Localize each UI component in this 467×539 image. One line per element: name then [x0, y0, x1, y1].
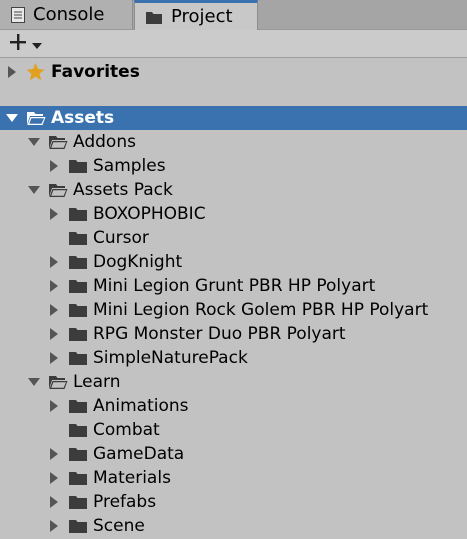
tab-console[interactable]: Console	[0, 0, 133, 29]
expand-arrow-icon[interactable]	[48, 328, 60, 340]
tree-item-gamedata[interactable]: GameData	[0, 442, 467, 466]
open-folder-icon	[48, 134, 68, 150]
tab-project-label: Project	[171, 6, 233, 27]
folder-icon	[68, 350, 88, 366]
tree-item-label: SimpleNaturePack	[93, 348, 248, 368]
tree-item-assets[interactable]: Assets	[0, 106, 467, 130]
folder-icon	[68, 326, 88, 342]
expand-arrow-icon[interactable]	[48, 448, 60, 460]
tree-item-assets-pack[interactable]: Assets Pack	[0, 178, 467, 202]
collapse-arrow-icon[interactable]	[28, 136, 40, 148]
project-toolbar	[0, 30, 467, 58]
folder-icon	[68, 446, 88, 462]
open-folder-icon	[26, 110, 46, 126]
expand-arrow-icon[interactable]	[6, 66, 18, 78]
open-folder-icon	[48, 374, 68, 390]
folder-icon	[68, 254, 88, 270]
tree-item-label: Mini Legion Rock Golem PBR HP Polyart	[93, 300, 429, 320]
folder-icon	[68, 230, 88, 246]
expand-arrow-icon[interactable]	[48, 400, 60, 412]
star-icon	[26, 63, 45, 81]
tree-item-label: Mini Legion Grunt PBR HP Polyart	[93, 276, 376, 296]
open-folder-icon	[48, 182, 68, 198]
expand-arrow-icon[interactable]	[48, 472, 60, 484]
tree-item-label: Addons	[73, 132, 136, 152]
create-button[interactable]	[8, 33, 48, 55]
tree-item-label: Combat	[93, 420, 160, 440]
folder-icon	[68, 494, 88, 510]
tree-item-boxophobic[interactable]: BOXOPHOBIC	[0, 202, 467, 226]
expand-arrow-icon[interactable]	[48, 160, 60, 172]
folder-icon	[68, 398, 88, 414]
tree-item-cursor[interactable]: Cursor	[0, 226, 467, 250]
tree-item-label: Animations	[93, 396, 189, 416]
tree-item-label: Assets Pack	[73, 180, 173, 200]
tree-item-label: Samples	[93, 156, 166, 176]
folder-icon	[68, 158, 88, 174]
tree-item-label: Materials	[93, 468, 171, 488]
tree-item-mini-legion-grunt-pbr-hp-polyart[interactable]: Mini Legion Grunt PBR HP Polyart	[0, 274, 467, 298]
tree-item-combat[interactable]: Combat	[0, 418, 467, 442]
tab-console-label: Console	[33, 4, 105, 25]
tree-item-rpg-monster-duo-pbr-polyart[interactable]: RPG Monster Duo PBR Polyart	[0, 322, 467, 346]
folder-icon	[68, 302, 88, 318]
plus-icon	[8, 32, 28, 56]
favorites-row[interactable]: Favorites	[0, 60, 467, 84]
expand-arrow-icon[interactable]	[48, 520, 60, 532]
tree-item-scene[interactable]: Scene	[0, 514, 467, 538]
expand-arrow-icon[interactable]	[48, 352, 60, 364]
expand-arrow-icon[interactable]	[48, 208, 60, 220]
collapse-arrow-icon[interactable]	[6, 112, 18, 124]
tree-item-label: Cursor	[93, 228, 149, 248]
tree-item-label: Assets	[51, 108, 115, 128]
favorites-label: Favorites	[51, 62, 140, 82]
tree-item-label: Scene	[93, 516, 145, 536]
expand-arrow-icon[interactable]	[48, 256, 60, 268]
tree-item-samples[interactable]: Samples	[0, 154, 467, 178]
expand-arrow-icon[interactable]	[48, 280, 60, 292]
tree-item-label: Learn	[73, 372, 121, 392]
folder-icon	[68, 470, 88, 486]
tree-item-learn[interactable]: Learn	[0, 370, 467, 394]
collapse-arrow-icon[interactable]	[28, 376, 40, 388]
tab-project[interactable]: Project	[134, 0, 258, 30]
tree-item-label: DogKnight	[93, 252, 183, 272]
folder-icon	[68, 518, 88, 534]
collapse-arrow-icon[interactable]	[28, 184, 40, 196]
tree-item-label: Prefabs	[93, 492, 157, 512]
chevron-down-icon	[32, 35, 42, 54]
tree-item-animations[interactable]: Animations	[0, 394, 467, 418]
folder-icon	[68, 278, 88, 294]
tree-item-label: RPG Monster Duo PBR Polyart	[93, 324, 346, 344]
folder-icon	[68, 206, 88, 222]
tree-item-simplenaturepack[interactable]: SimpleNaturePack	[0, 346, 467, 370]
arrow-spacer	[48, 232, 60, 244]
tree-item-mini-legion-rock-golem-pbr-hp-polyart[interactable]: Mini Legion Rock Golem PBR HP Polyart	[0, 298, 467, 322]
folder-icon	[145, 9, 163, 25]
expand-arrow-icon[interactable]	[48, 304, 60, 316]
tab-strip: Console Project	[0, 0, 467, 30]
arrow-spacer	[48, 424, 60, 436]
folder-icon	[68, 422, 88, 438]
project-tree: Favorites Assets Addons Samples Assets Pack…	[0, 58, 467, 538]
expand-arrow-icon[interactable]	[48, 496, 60, 508]
tree-item-addons[interactable]: Addons	[0, 130, 467, 154]
tree-item-materials[interactable]: Materials	[0, 466, 467, 490]
console-icon	[11, 6, 25, 23]
tree-item-label: BOXOPHOBIC	[93, 204, 206, 224]
tree-item-label: GameData	[93, 444, 185, 464]
tree-item-dogknight[interactable]: DogKnight	[0, 250, 467, 274]
tree-item-prefabs[interactable]: Prefabs	[0, 490, 467, 514]
